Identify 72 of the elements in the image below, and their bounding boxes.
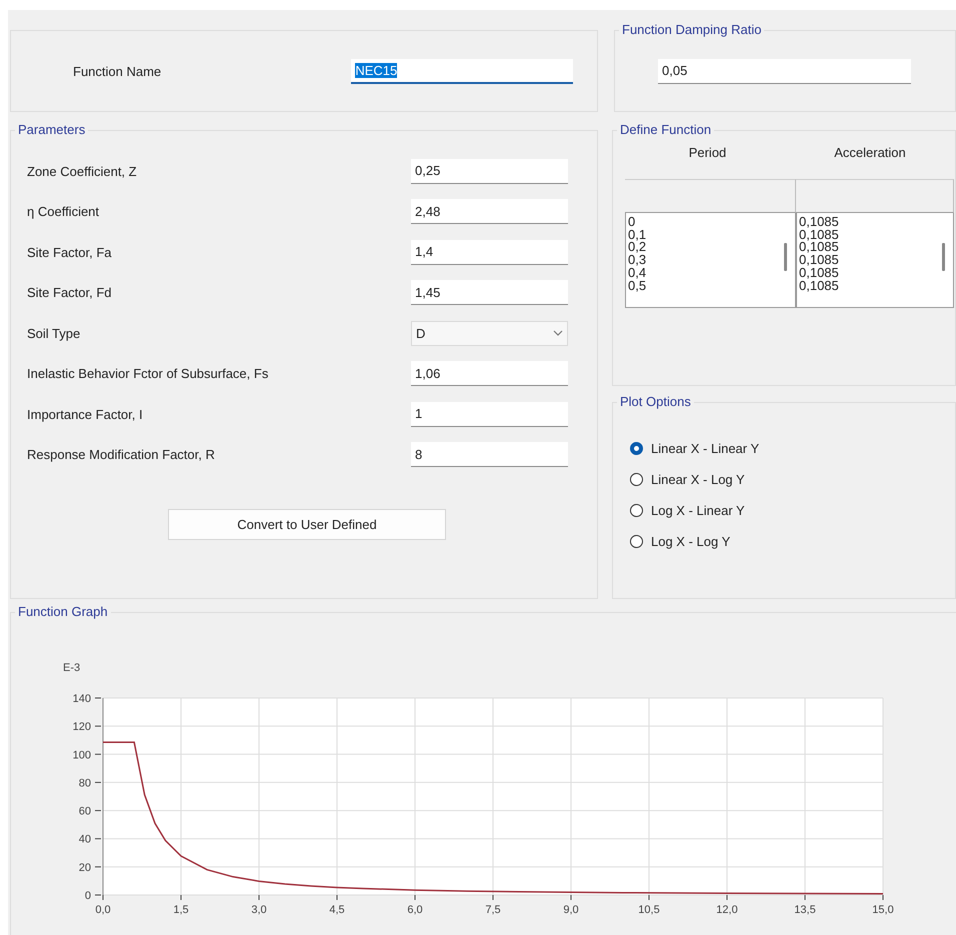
list-item[interactable]: 0,1085 bbox=[799, 228, 839, 242]
list-item[interactable]: 0,1085 bbox=[799, 254, 839, 267]
axis-tick-label: 15,0 bbox=[872, 904, 894, 916]
group-title: Function Damping Ratio bbox=[619, 22, 764, 37]
parameter-label: η Coefficient bbox=[27, 204, 100, 220]
dropdown[interactable]: D bbox=[411, 320, 568, 346]
list-item[interactable]: 0,1085 bbox=[799, 280, 839, 292]
parameter-label: Inelastic Behavior Fctor of Subsurface, Fs bbox=[27, 366, 270, 382]
axis-tick-label: 20 bbox=[78, 862, 91, 874]
group-title: Define Function bbox=[617, 122, 714, 137]
axis-tick-label: 10,5 bbox=[638, 904, 660, 916]
radio-label[interactable]: Linear X - Log Y bbox=[651, 472, 745, 487]
axis-tick-label: 80 bbox=[78, 777, 91, 790]
list-item[interactable]: 0,1085 bbox=[799, 241, 839, 254]
axis-tick-label: 100 bbox=[72, 749, 91, 762]
axis-tick-label: 3,0 bbox=[251, 904, 267, 916]
parameter-label: Importance Factor, I bbox=[27, 406, 144, 422]
radio-label[interactable]: Log X - Log Y bbox=[651, 534, 730, 549]
list-item[interactable]: 0,1 bbox=[628, 228, 646, 242]
group-title: Function Graph bbox=[15, 604, 111, 619]
radio-label[interactable]: Log X - Linear Y bbox=[651, 503, 745, 518]
axis-tick-label: 140 bbox=[72, 693, 91, 705]
list-item[interactable]: 0,5 bbox=[628, 280, 646, 292]
chevron-down-icon bbox=[553, 330, 563, 336]
axis-tick-label: 6,0 bbox=[407, 904, 423, 916]
value-list[interactable]: 0 0,1 0,2 0,3 0,4 0,5 bbox=[625, 213, 796, 308]
input-field[interactable]: 0,05 bbox=[658, 58, 911, 84]
axis-tick-label: 1,5 bbox=[173, 904, 189, 916]
input-field[interactable]: 8 bbox=[411, 442, 568, 468]
list-item[interactable]: 0,3 bbox=[628, 254, 646, 267]
input-field[interactable]: NEC15 bbox=[351, 58, 573, 84]
group-title: Parameters bbox=[15, 122, 88, 137]
value-list[interactable]: 0,1085 0,1085 0,1085 0,1085 0,1085 0,1085 bbox=[796, 213, 954, 308]
input-field[interactable]: 1,45 bbox=[411, 280, 568, 306]
scrollbar-thumb[interactable] bbox=[784, 243, 786, 271]
input-field[interactable]: 0,25 bbox=[411, 158, 568, 184]
radio-button[interactable] bbox=[630, 442, 643, 455]
input-field[interactable]: 1,4 bbox=[411, 240, 568, 265]
function-name-label: Function Name bbox=[73, 64, 162, 78]
input-field[interactable]: 1,06 bbox=[411, 361, 568, 386]
axis-tick-label: 120 bbox=[72, 721, 91, 734]
parameter-label: Soil Type bbox=[27, 326, 82, 341]
axis-tick-label: 0,0 bbox=[95, 904, 111, 916]
axis-tick-label: 12,0 bbox=[716, 904, 738, 916]
input-field[interactable]: 1 bbox=[411, 402, 568, 427]
radio-button[interactable] bbox=[630, 535, 643, 548]
parameter-label: Response Modification Factor, R bbox=[27, 447, 216, 462]
radio-button[interactable] bbox=[630, 504, 643, 517]
group-title: Plot Options bbox=[617, 394, 694, 409]
parameter-label: Zone Coefficient, Z bbox=[27, 164, 138, 179]
axis-tick-label: 13,5 bbox=[794, 904, 816, 916]
list-item[interactable]: 0,2 bbox=[628, 241, 646, 254]
list-item[interactable]: 0,4 bbox=[628, 266, 646, 280]
input-field[interactable]: 2,48 bbox=[411, 199, 568, 224]
radio-label[interactable]: Linear X - Linear Y bbox=[651, 441, 760, 456]
column-header: Period bbox=[688, 145, 728, 160]
axis-tick-label: 4,5 bbox=[329, 904, 345, 916]
axis-tick-label: 0 bbox=[84, 890, 91, 902]
axis-tick-label: 40 bbox=[78, 834, 91, 846]
scrollbar-thumb[interactable] bbox=[942, 243, 944, 271]
parameter-label: Site Factor, Fa bbox=[27, 244, 113, 260]
column-header: Acceleration bbox=[833, 145, 907, 160]
list-item[interactable]: 0,1085 bbox=[799, 266, 839, 280]
axis-tick-label: 60 bbox=[78, 806, 91, 818]
axis-unit-label: E-3 bbox=[63, 662, 80, 674]
list-item[interactable]: 0 bbox=[628, 216, 646, 229]
axis-tick-label: 7,5 bbox=[485, 904, 501, 916]
radio-button[interactable] bbox=[630, 473, 643, 486]
parameter-label: Site Factor, Fd bbox=[27, 285, 113, 300]
convert-button[interactable]: Convert to User Defined bbox=[168, 509, 446, 540]
list-item[interactable]: 0,1085 bbox=[799, 216, 839, 229]
axis-tick-label: 9,0 bbox=[563, 904, 579, 916]
